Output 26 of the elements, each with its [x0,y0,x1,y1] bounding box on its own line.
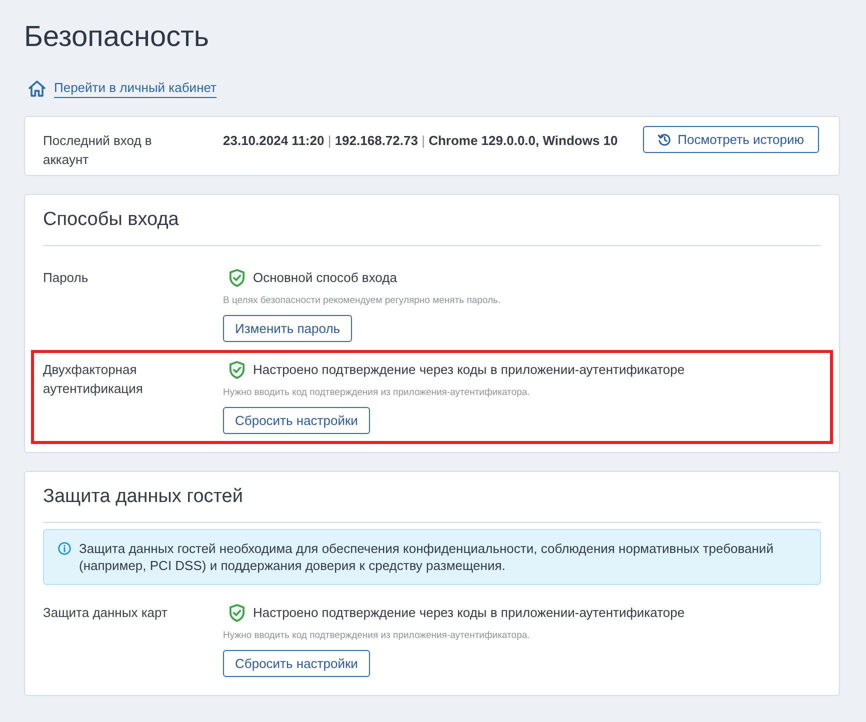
action-button[interactable]: Изменить пароль [223,315,352,342]
status-text: Настроено подтверждение через коды в приложении-аутентификаторе [253,361,685,379]
status-text: Настроено подтверждение через коды в приложении-аутентификаторе [253,604,685,622]
shield-check-icon [229,604,245,622]
last-login-label: Последний вход в аккаунт [43,132,153,169]
view-history-button[interactable]: Посмотреть историю [642,126,819,153]
hint-text: В целях безопасности рекомендуем регулярно менять пароль. [223,294,501,308]
method-label: Пароль [43,269,90,287]
page-title: Безопасность [24,20,209,55]
action-button[interactable]: Сбросить настройки [223,407,370,434]
hint-text: Нужно вводить код подтверждения из приложения-аутентификатора. [223,386,530,400]
info-icon [58,542,71,555]
shield-check-icon [229,361,245,379]
history-icon [658,133,671,146]
action-button[interactable]: Сбросить настройки [223,650,370,677]
home-icon [28,80,46,96]
last-login-details: 23.10.2024 11:20 | 192.168.72.73 | Chrome 129.0.0.0, Windows 10 [223,132,619,150]
section-title: Способы входа [43,208,179,232]
method-label: Защита данных карт [43,604,168,622]
shield-check-icon [229,269,245,287]
section-title: Защита данных гостей [43,485,243,509]
dashboard-link[interactable]: Перейти в личный кабинет [28,78,216,98]
status-text: Основной способ входа [253,269,397,287]
info-text: Защита данных гостей необходима для обеспечения конфиденциальности, соблюдения нормативных требований (например, PCI DSS) и поддержания доверия к средству размещения. [79,540,774,574]
hint-text: Нужно вводить код подтверждения из приложения-аутентификатора. [223,629,530,643]
method-label: Двухфакторная аутентификация [43,361,144,398]
